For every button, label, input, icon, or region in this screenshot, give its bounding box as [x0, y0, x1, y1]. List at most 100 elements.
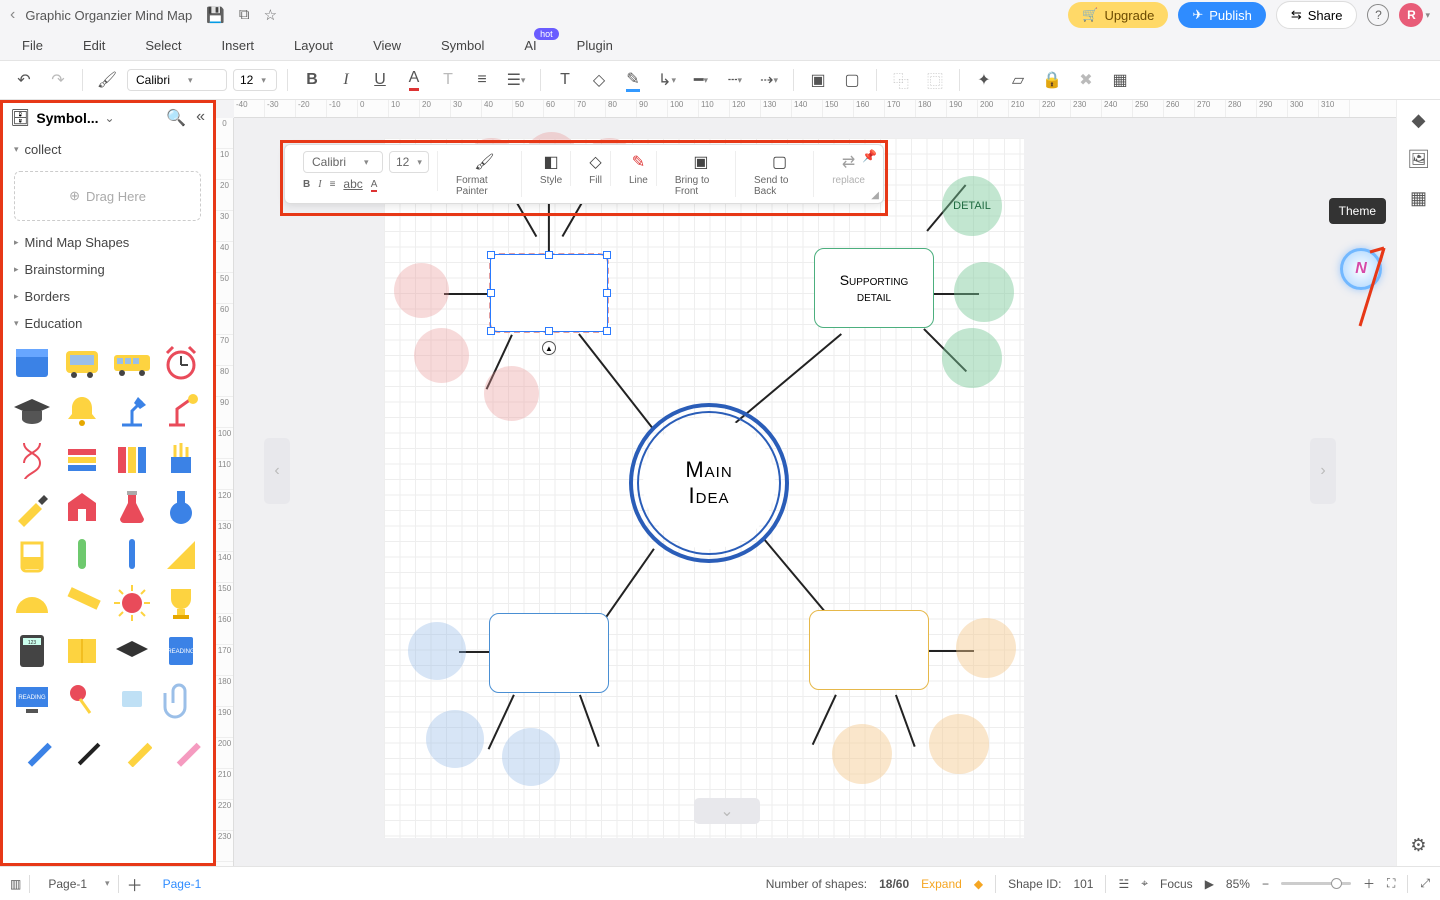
align-top-icon[interactable]: ☰▾: [502, 66, 530, 94]
binders-icon[interactable]: [112, 439, 152, 479]
sun-icon[interactable]: [112, 583, 152, 623]
highlight-icon[interactable]: T: [434, 66, 462, 94]
menu-symbol[interactable]: Symbol: [441, 38, 484, 53]
back-icon[interactable]: ‹: [10, 6, 15, 24]
expand-link[interactable]: Expand: [921, 877, 962, 891]
bold-icon[interactable]: B: [298, 66, 326, 94]
prev-page-chip[interactable]: ‹: [264, 438, 290, 504]
publish-button[interactable]: ✈Publish: [1178, 2, 1266, 28]
page-tab-menu[interactable]: ▾: [105, 878, 110, 889]
ai-badge[interactable]: N: [1340, 248, 1382, 290]
zoom-out-icon[interactable]: −: [1262, 877, 1269, 891]
round-flask-icon[interactable]: [161, 487, 201, 527]
fountain-pen-icon[interactable]: [12, 487, 52, 527]
set-square-icon[interactable]: [161, 535, 201, 575]
ctx-align-icon[interactable]: ≡: [330, 179, 336, 190]
desk-lamp2-icon[interactable]: [161, 391, 201, 431]
menu-view[interactable]: View: [373, 38, 401, 53]
calculator-icon[interactable]: 123: [12, 631, 52, 671]
page-active[interactable]: Page-1: [153, 873, 212, 895]
supporting-detail-node[interactable]: Supportingdetail: [814, 248, 934, 328]
ctx-case-icon[interactable]: abc: [343, 177, 362, 191]
arrow-style-icon[interactable]: ⇢▾: [755, 66, 783, 94]
tools-icon[interactable]: ✖: [1072, 66, 1100, 94]
dna-icon[interactable]: [12, 439, 52, 479]
ctx-style[interactable]: ◧Style: [532, 151, 571, 186]
menu-ai[interactable]: AIhot: [524, 38, 536, 53]
books-stack-icon[interactable]: [62, 439, 102, 479]
fit-icon[interactable]: ⛶: [1387, 876, 1395, 891]
upgrade-button[interactable]: 🛒Upgrade: [1068, 2, 1168, 28]
ctx-font-select[interactable]: Calibri▾: [303, 151, 383, 173]
menu-select[interactable]: Select: [145, 38, 181, 53]
pen-black-icon[interactable]: [62, 727, 102, 767]
paperclip-icon[interactable]: [161, 679, 201, 719]
align-left-icon[interactable]: ≡: [468, 66, 496, 94]
redo-icon[interactable]: ↷: [44, 66, 72, 94]
lock-icon[interactable]: 🔒: [1038, 66, 1066, 94]
line-dash-icon[interactable]: ┄▾: [721, 66, 749, 94]
text-tool-icon[interactable]: T: [551, 66, 579, 94]
down-page-chip[interactable]: ⌄: [694, 798, 760, 824]
school-icon[interactable]: [62, 487, 102, 527]
pencil-blue-icon[interactable]: [12, 727, 52, 767]
zoom-in-icon[interactable]: ＋: [1363, 875, 1375, 892]
orange-node[interactable]: [809, 610, 929, 690]
ctx-send-back[interactable]: ▢Send to Back: [746, 151, 814, 197]
canvas[interactable]: DETAIL Main Idea: [234, 118, 1440, 866]
share-button[interactable]: ⇆Share: [1276, 1, 1358, 29]
format-painter-icon[interactable]: 🖌: [93, 66, 121, 94]
line-weight-icon[interactable]: ━▾: [687, 66, 715, 94]
effects-icon[interactable]: ✦: [970, 66, 998, 94]
graduation-cap-icon[interactable]: [12, 391, 52, 431]
protractor-icon[interactable]: [12, 583, 52, 623]
save-icon[interactable]: 💾: [206, 6, 225, 24]
group-borders[interactable]: ▸Borders: [0, 283, 215, 310]
help-icon[interactable]: ?: [1367, 4, 1389, 26]
menu-insert[interactable]: Insert: [222, 38, 255, 53]
pages-icon[interactable]: ▥: [10, 877, 21, 891]
beaker-icon[interactable]: [12, 535, 52, 575]
fill-icon[interactable]: ◇: [585, 66, 613, 94]
italic-icon[interactable]: I: [332, 66, 360, 94]
crayon-icon[interactable]: [112, 727, 152, 767]
send-back-icon[interactable]: ▢: [838, 66, 866, 94]
more-icon[interactable]: ▦: [1106, 66, 1134, 94]
schoolbus-front-icon[interactable]: [62, 343, 102, 383]
test-tube-icon[interactable]: [62, 535, 102, 575]
book-icon[interactable]: [12, 343, 52, 383]
page[interactable]: DETAIL Main Idea: [384, 138, 1024, 838]
eraser-icon[interactable]: [112, 679, 152, 719]
ctx-size-select[interactable]: 12▾: [389, 151, 429, 173]
menu-plugin[interactable]: Plugin: [577, 38, 613, 53]
ctx-format-painter[interactable]: 🖌Format Painter: [448, 151, 522, 197]
rotate-handle[interactable]: ▲: [542, 341, 556, 355]
add-page-icon[interactable]: ＋: [127, 872, 143, 896]
ctx-font-color-icon[interactable]: A: [371, 179, 378, 190]
zoom-value[interactable]: 85%: [1226, 877, 1250, 891]
ctx-replace[interactable]: ⇄replace: [824, 151, 873, 186]
group-brainstorm[interactable]: ▸Brainstorming: [0, 256, 215, 283]
flask-icon[interactable]: [112, 487, 152, 527]
menu-file[interactable]: File: [22, 38, 43, 53]
bell-icon[interactable]: [62, 391, 102, 431]
zoom-slider[interactable]: [1281, 882, 1351, 885]
ctx-fill[interactable]: ◇Fill: [581, 151, 611, 186]
resize-corner-icon[interactable]: ◢: [871, 190, 879, 201]
trophy-icon[interactable]: [161, 583, 201, 623]
layers-icon[interactable]: ☱: [1118, 877, 1129, 891]
ctx-line[interactable]: ✎Line: [621, 151, 657, 186]
menu-layout[interactable]: Layout: [294, 38, 333, 53]
blue-node[interactable]: [489, 613, 609, 693]
detail-bubble[interactable]: DETAIL: [942, 176, 1002, 236]
schoolbus-side-icon[interactable]: [112, 343, 152, 383]
theme-panel-icon[interactable]: ▦: [1410, 188, 1427, 209]
ctx-bring-front[interactable]: ▣Bring to Front: [667, 151, 736, 197]
group-icon[interactable]: ⿻: [887, 66, 915, 94]
mortarboard-icon[interactable]: [112, 631, 152, 671]
next-page-chip[interactable]: ›: [1310, 438, 1336, 504]
ebook-icon[interactable]: READING: [161, 631, 201, 671]
focus-label[interactable]: Focus: [1160, 877, 1193, 891]
line-color-icon[interactable]: ✎: [619, 66, 647, 94]
star-icon[interactable]: ☆: [264, 6, 277, 24]
